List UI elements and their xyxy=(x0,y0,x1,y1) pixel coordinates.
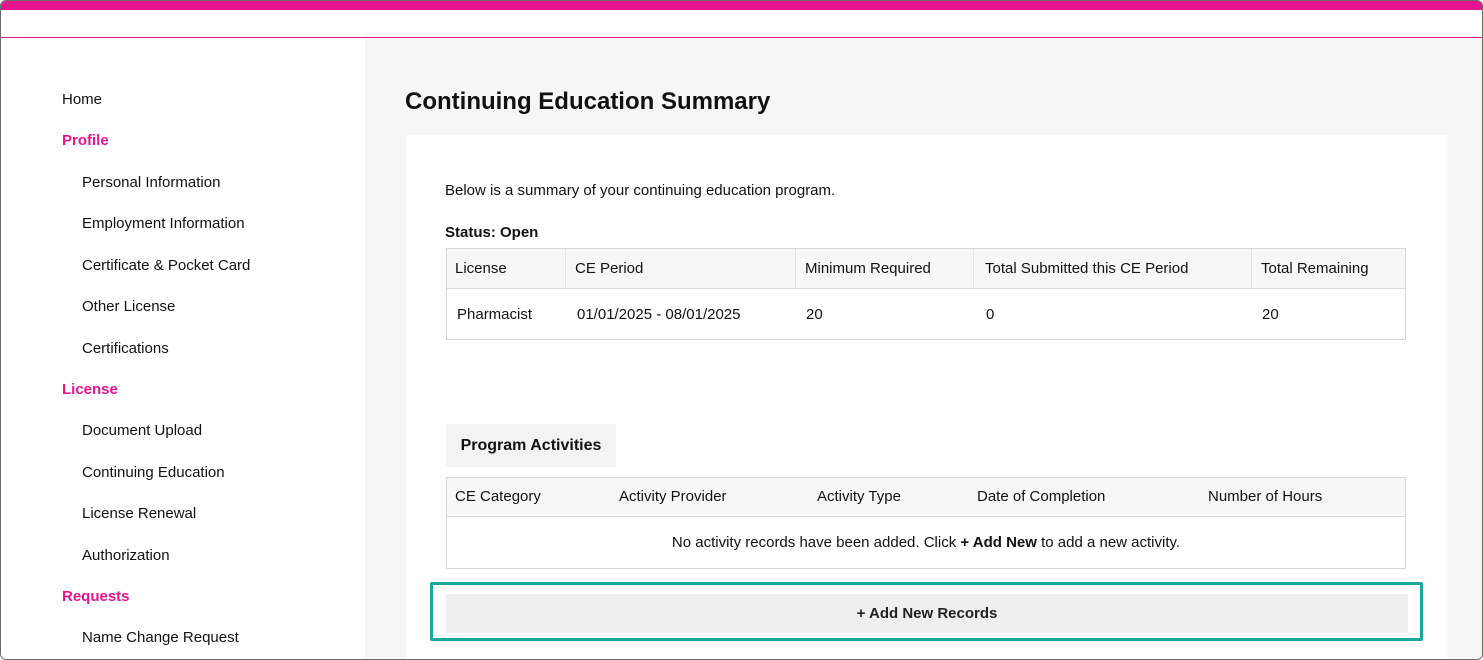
column-header-total-remaining: Total Remaining xyxy=(1261,260,1369,277)
main-content: Continuing Education Summary Below is a … xyxy=(365,38,1482,659)
empty-state-message: No activity records have been added. Cli… xyxy=(447,534,1405,551)
column-header-ce-category: CE Category xyxy=(455,488,541,505)
sidebar-item-certifications[interactable]: Certifications xyxy=(82,340,169,357)
sidebar-section-requests[interactable]: Requests xyxy=(62,588,130,605)
column-header-ce-period: CE Period xyxy=(575,260,644,277)
table-header: License CE Period Minimum Required Total… xyxy=(447,249,1405,289)
sidebar-item-continuing-education[interactable]: Continuing Education xyxy=(82,464,225,481)
column-header-activity-type: Activity Type xyxy=(817,488,901,505)
sidebar-item-name-change-request[interactable]: Name Change Request xyxy=(82,629,239,646)
sidebar-item-employment-information[interactable]: Employment Information xyxy=(82,215,245,232)
column-divider xyxy=(795,249,796,288)
cell-license: Pharmacist xyxy=(457,306,533,323)
app-window: Home Profile Personal Information Employ… xyxy=(0,0,1483,660)
sidebar: Home Profile Personal Information Employ… xyxy=(1,38,365,659)
program-activities-table: CE Category Activity Provider Activity T… xyxy=(446,477,1406,569)
top-accent-bar xyxy=(1,1,1482,10)
intro-text: Below is a summary of your continuing ed… xyxy=(445,182,836,199)
table-header: CE Category Activity Provider Activity T… xyxy=(447,478,1405,517)
sidebar-item-license-renewal[interactable]: License Renewal xyxy=(82,505,196,522)
sidebar-section-profile[interactable]: Profile xyxy=(62,132,109,149)
sidebar-item-document-upload[interactable]: Document Upload xyxy=(82,422,202,439)
cell-total-remaining: 20 xyxy=(1262,306,1279,323)
empty-message-add-new: + Add New xyxy=(960,534,1037,551)
column-header-date-of-completion: Date of Completion xyxy=(977,488,1106,505)
column-header-total-submitted: Total Submitted this CE Period xyxy=(985,260,1189,277)
cell-ce-period: 01/01/2025 - 08/01/2025 xyxy=(577,306,741,323)
cell-total-submitted: 0 xyxy=(986,306,995,323)
sidebar-section-license[interactable]: License xyxy=(62,381,118,398)
sidebar-item-other-license[interactable]: Other License xyxy=(82,298,175,315)
column-header-minimum-required: Minimum Required xyxy=(805,260,931,277)
page-title: Continuing Education Summary xyxy=(405,88,771,115)
column-divider xyxy=(565,249,566,288)
cell-minimum-required: 20 xyxy=(806,306,823,323)
sidebar-item-authorization[interactable]: Authorization xyxy=(82,547,170,564)
column-header-activity-provider: Activity Provider xyxy=(619,488,727,505)
program-activities-heading: Program Activities xyxy=(446,424,616,467)
highlight-outline xyxy=(430,582,1423,641)
column-header-license: License xyxy=(455,260,507,277)
status-label: Status: Open xyxy=(445,224,539,241)
empty-message-prefix: No activity records have been added. Cli… xyxy=(671,534,961,551)
column-divider xyxy=(973,249,974,288)
column-divider xyxy=(1251,249,1252,288)
empty-message-suffix: to add a new activity. xyxy=(1036,534,1181,551)
sidebar-item-personal-information[interactable]: Personal Information xyxy=(82,174,220,191)
sidebar-item-home[interactable]: Home xyxy=(62,91,102,108)
sidebar-item-certificate-pocket-card[interactable]: Certificate & Pocket Card xyxy=(82,257,250,274)
ce-summary-table: License CE Period Minimum Required Total… xyxy=(446,248,1406,340)
column-header-number-of-hours: Number of Hours xyxy=(1208,488,1323,505)
